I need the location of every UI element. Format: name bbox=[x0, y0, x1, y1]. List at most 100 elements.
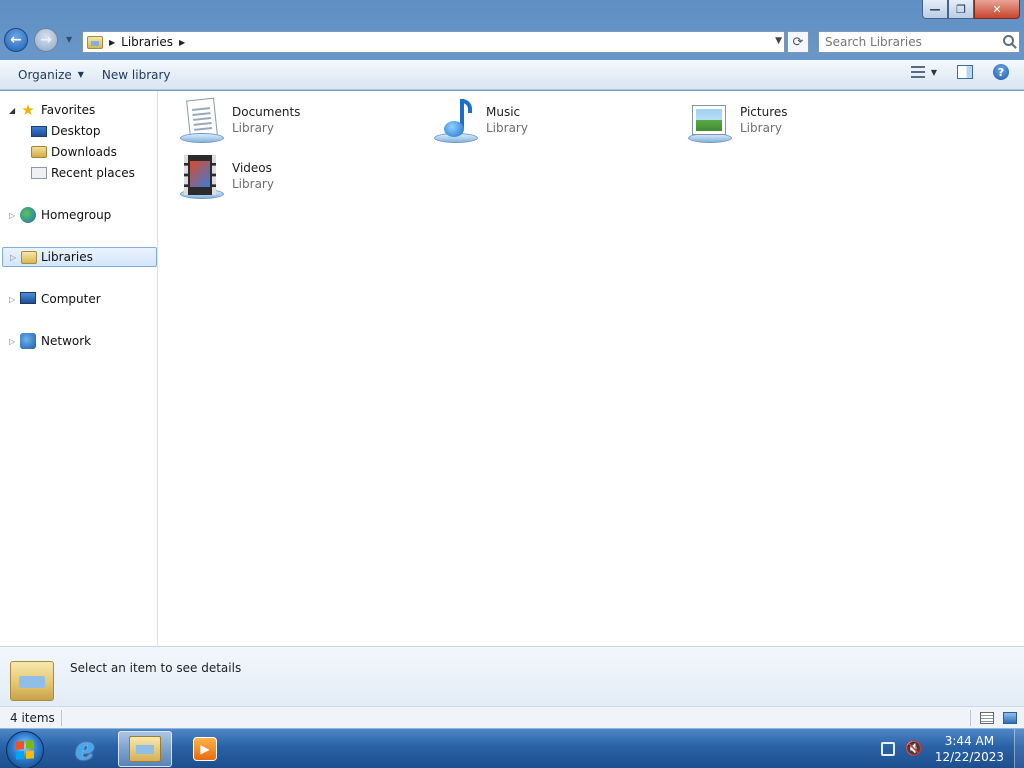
new-library-button[interactable]: New library bbox=[93, 64, 180, 86]
show-desktop-button[interactable] bbox=[1014, 729, 1024, 768]
collapsed-arrow-icon[interactable]: ▷ bbox=[9, 211, 15, 220]
tree-item-desktop[interactable]: Desktop bbox=[0, 121, 158, 141]
search-box[interactable] bbox=[818, 31, 1020, 53]
command-bar: Organize ▼ New library ▼ ? bbox=[0, 60, 1024, 90]
tree-label: Downloads bbox=[51, 145, 117, 159]
details-text: Select an item to see details bbox=[70, 661, 242, 675]
tree-item-network[interactable]: ▷ Network bbox=[0, 331, 158, 351]
caption-buttons: — ❐ ✕ bbox=[922, 0, 1020, 20]
refresh-button[interactable]: ⟳ bbox=[787, 31, 809, 53]
tree-label: Recent places bbox=[51, 166, 135, 180]
recent-pages-dropdown[interactable]: ▼ bbox=[66, 35, 72, 44]
library-item-documents[interactable]: Documents Library bbox=[176, 97, 416, 149]
library-item-videos[interactable]: Videos Library bbox=[176, 153, 416, 205]
tree-label: Homegroup bbox=[41, 208, 112, 222]
search-icon[interactable] bbox=[1003, 35, 1014, 46]
star-icon: ★ bbox=[21, 101, 35, 119]
library-name: Videos bbox=[232, 161, 272, 175]
status-bar: 4 items bbox=[0, 706, 1024, 728]
tree-label: Computer bbox=[41, 292, 101, 306]
downloads-folder-icon bbox=[31, 146, 47, 158]
library-item-pictures[interactable]: Pictures Library bbox=[684, 97, 924, 149]
clock[interactable]: 3:44 AM 12/22/2023 bbox=[935, 733, 1004, 765]
taskbar-internet-explorer[interactable]: e bbox=[58, 731, 112, 767]
start-button[interactable] bbox=[6, 731, 44, 768]
status-divider bbox=[61, 710, 62, 726]
library-name: Music bbox=[486, 105, 521, 119]
network-icon bbox=[20, 333, 36, 349]
library-type: Library bbox=[486, 121, 528, 135]
organize-button[interactable]: Organize ▼ bbox=[9, 64, 93, 86]
pictures-icon bbox=[684, 97, 734, 145]
videos-icon bbox=[176, 153, 226, 201]
windows-logo-icon bbox=[16, 740, 34, 760]
clock-date: 12/22/2023 bbox=[934, 750, 1004, 764]
library-type: Library bbox=[740, 121, 782, 135]
back-arrow-icon: ← bbox=[10, 32, 22, 48]
library-name: Documents bbox=[232, 105, 301, 119]
forward-button[interactable]: → bbox=[34, 28, 58, 52]
organize-label: Organize bbox=[18, 67, 72, 82]
item-count: 4 items bbox=[10, 711, 55, 725]
collapsed-arrow-icon[interactable]: ▷ bbox=[10, 253, 16, 262]
computer-icon bbox=[20, 292, 36, 304]
media-player-icon: ▶ bbox=[193, 737, 217, 761]
tree-item-recent-places[interactable]: Recent places bbox=[0, 163, 158, 183]
library-type: Library bbox=[232, 177, 274, 191]
breadcrumb-separator[interactable]: ▶ bbox=[179, 38, 185, 47]
library-name: Pictures bbox=[740, 105, 788, 119]
address-dropdown-icon[interactable]: ▼ bbox=[775, 36, 782, 46]
network-status-icon[interactable] bbox=[881, 742, 896, 756]
address-bar[interactable]: ▶ Libraries ▶ ▼ bbox=[82, 31, 785, 53]
breadcrumb-libraries[interactable]: Libraries bbox=[121, 35, 173, 49]
details-pane: Select an item to see details bbox=[0, 646, 1024, 706]
libraries-large-icon bbox=[10, 661, 54, 701]
tree-label: Favorites bbox=[41, 103, 96, 117]
collapsed-arrow-icon[interactable]: ▷ bbox=[9, 337, 15, 346]
documents-icon bbox=[176, 97, 226, 145]
taskbar-media-player[interactable]: ▶ bbox=[178, 731, 232, 767]
tree-item-favorites[interactable]: ◢ ★ Favorites bbox=[0, 100, 158, 120]
tree-label: Desktop bbox=[51, 124, 101, 138]
change-view-icon[interactable] bbox=[910, 65, 927, 79]
library-item-music[interactable]: Music Library bbox=[430, 97, 670, 149]
content-area: ◢ ★ Favorites Desktop Downloads Recent p… bbox=[0, 91, 1024, 646]
tree-item-libraries[interactable]: ▷ Libraries bbox=[2, 247, 157, 267]
library-type: Library bbox=[232, 121, 274, 135]
desktop-icon bbox=[31, 126, 47, 137]
homegroup-icon bbox=[20, 207, 36, 223]
taskbar: e ▶ 🔇 3:44 AM 12/22/2023 bbox=[0, 728, 1024, 768]
collapsed-arrow-icon[interactable]: ▷ bbox=[9, 295, 15, 304]
preview-pane-icon[interactable] bbox=[957, 65, 973, 79]
chevron-down-icon: ▼ bbox=[77, 70, 84, 79]
internet-explorer-icon: e bbox=[75, 731, 95, 767]
help-icon[interactable]: ? bbox=[993, 64, 1009, 80]
explorer-window: — ❐ ✕ ← → ▼ ▶ Libraries ▶ ▼ ⟳ Organize ▼… bbox=[0, 0, 1024, 728]
breadcrumb-separator[interactable]: ▶ bbox=[109, 38, 115, 47]
back-button[interactable]: ← bbox=[4, 28, 28, 52]
refresh-icon: ⟳ bbox=[792, 34, 804, 50]
tree-item-computer[interactable]: ▷ Computer bbox=[0, 289, 158, 309]
views-dropdown-icon[interactable]: ▼ bbox=[931, 68, 937, 77]
clock-time: 3:44 AM bbox=[944, 734, 995, 748]
tree-item-homegroup[interactable]: ▷ Homegroup bbox=[0, 205, 158, 225]
navigation-row: ← → ▼ ▶ Libraries ▶ ▼ ⟳ bbox=[0, 26, 1024, 56]
taskbar-windows-explorer[interactable] bbox=[118, 731, 172, 767]
minimize-button[interactable]: — bbox=[922, 0, 948, 19]
system-tray: 🔇 3:44 AM 12/22/2023 bbox=[881, 729, 1024, 768]
large-icons-view-icon[interactable] bbox=[1003, 712, 1017, 724]
volume-muted-icon[interactable]: 🔇 bbox=[905, 741, 922, 757]
close-button[interactable]: ✕ bbox=[974, 0, 1020, 19]
windows-explorer-icon bbox=[129, 736, 161, 762]
music-icon bbox=[430, 97, 480, 145]
details-view-icon[interactable] bbox=[980, 712, 994, 724]
navigation-pane[interactable]: ◢ ★ Favorites Desktop Downloads Recent p… bbox=[0, 91, 158, 646]
expanded-arrow-icon[interactable]: ◢ bbox=[9, 106, 15, 115]
libraries-folder-icon bbox=[87, 35, 103, 49]
search-input[interactable] bbox=[825, 35, 995, 49]
tree-item-downloads[interactable]: Downloads bbox=[0, 142, 158, 162]
tree-label: Libraries bbox=[41, 250, 93, 264]
forward-arrow-icon: → bbox=[40, 32, 52, 48]
status-divider bbox=[970, 710, 971, 726]
maximize-button[interactable]: ❐ bbox=[948, 0, 974, 19]
